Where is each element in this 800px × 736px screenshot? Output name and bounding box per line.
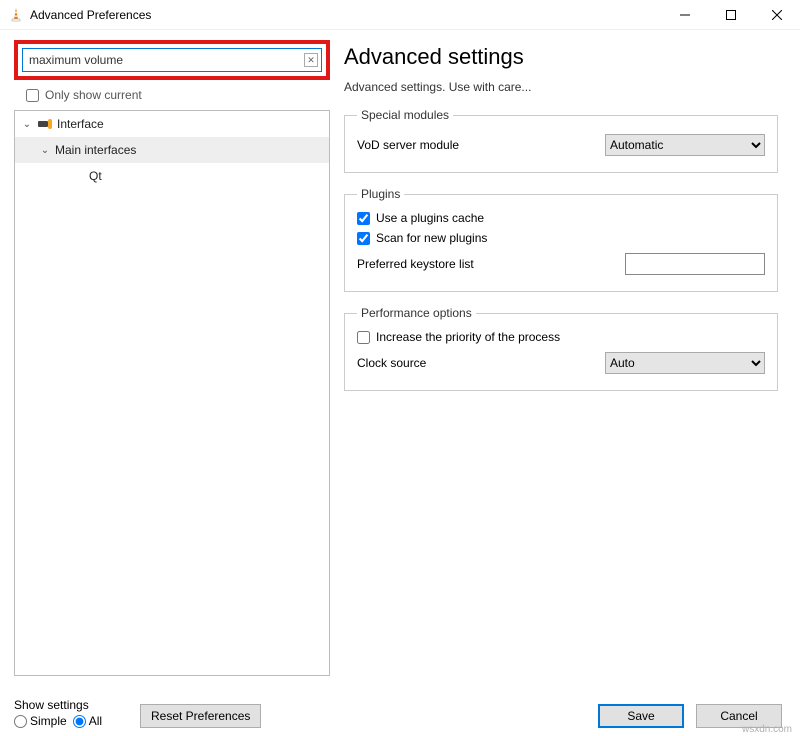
page-description: Advanced settings. Use with care... [344, 80, 778, 94]
close-button[interactable] [754, 0, 800, 30]
group-performance: Performance options Increase the priorit… [344, 306, 778, 391]
bottom-bar: Show settings Simple All Reset Preferenc… [0, 676, 800, 736]
page-title: Advanced settings [344, 44, 778, 70]
interface-icon [37, 117, 53, 131]
show-settings-label: Show settings [14, 698, 102, 712]
only-show-current-checkbox[interactable] [26, 89, 39, 102]
radio-simple-row[interactable]: Simple [14, 714, 67, 728]
tree-item-interface[interactable]: ⌄ Interface [15, 111, 329, 137]
tree-label: Main interfaces [55, 143, 136, 157]
watermark: wsxdn.com [742, 724, 792, 735]
chevron-down-icon[interactable]: ⌄ [21, 119, 33, 130]
radio-simple[interactable] [14, 715, 27, 728]
group-plugins: Plugins Use a plugins cache Scan for new… [344, 187, 778, 292]
scan-new-plugins-label: Scan for new plugins [376, 231, 487, 245]
tree-label: Interface [57, 117, 104, 131]
radio-all-row[interactable]: All [73, 714, 102, 728]
keystore-input[interactable] [625, 253, 765, 275]
window-title: Advanced Preferences [30, 8, 151, 22]
clear-search-icon[interactable]: ✕ [304, 53, 318, 67]
use-plugins-cache-checkbox[interactable] [357, 212, 370, 225]
increase-priority-label: Increase the priority of the process [376, 330, 560, 344]
save-button[interactable]: Save [598, 704, 684, 728]
reset-preferences-button[interactable]: Reset Preferences [140, 704, 261, 728]
clock-source-label: Clock source [357, 356, 569, 370]
radio-all[interactable] [73, 715, 86, 728]
radio-simple-label: Simple [30, 714, 67, 728]
clock-source-select[interactable]: Auto [605, 352, 765, 374]
preferences-tree[interactable]: ⌄ Interface ⌄ Main interfaces ⌄ Qt [14, 110, 330, 676]
scan-new-plugins-checkbox[interactable] [357, 232, 370, 245]
maximize-button[interactable] [708, 0, 754, 30]
use-plugins-cache-label: Use a plugins cache [376, 211, 484, 225]
only-show-current-row[interactable]: Only show current [26, 88, 330, 102]
chevron-down-icon[interactable]: ⌄ [39, 145, 51, 156]
tree-item-main-interfaces[interactable]: ⌄ Main interfaces [15, 137, 329, 163]
increase-priority-checkbox[interactable] [357, 331, 370, 344]
radio-all-label: All [89, 714, 102, 728]
vlc-cone-icon [8, 7, 24, 23]
legend-plugins: Plugins [357, 187, 404, 201]
tree-item-qt[interactable]: ⌄ Qt [15, 163, 329, 189]
search-highlight-box: ✕ [14, 40, 330, 80]
keystore-label: Preferred keystore list [357, 257, 569, 271]
minimize-button[interactable] [662, 0, 708, 30]
tree-label: Qt [89, 169, 102, 183]
legend-performance: Performance options [357, 306, 476, 320]
group-special-modules: Special modules VoD server module Automa… [344, 108, 778, 173]
vod-server-label: VoD server module [357, 138, 569, 152]
vod-server-select[interactable]: Automatic [605, 134, 765, 156]
legend-special-modules: Special modules [357, 108, 453, 122]
search-input[interactable] [22, 48, 322, 72]
only-show-current-label: Only show current [45, 88, 142, 102]
titlebar: Advanced Preferences [0, 0, 800, 30]
